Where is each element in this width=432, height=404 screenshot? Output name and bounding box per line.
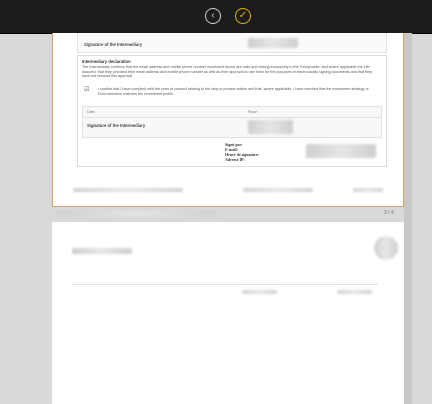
blurred-signature-details <box>306 144 376 158</box>
signature-details: Signé par: E-mail: Heure de signature: A… <box>225 142 259 162</box>
blurred-signature-bottom <box>248 120 293 134</box>
blurred-heading <box>72 248 132 254</box>
blurred-footer-right <box>353 188 383 192</box>
place-label: Place <box>248 110 257 114</box>
blurred-document-name <box>56 211 216 216</box>
table-divider <box>83 117 381 118</box>
document-page-4 <box>52 222 404 404</box>
top-toolbar: ‹ ✓ <box>0 0 432 34</box>
page-divider <box>72 284 378 285</box>
declaration-title: Intermediary declaration <box>82 59 131 64</box>
blurred-logo <box>374 236 398 260</box>
page-number: 3 / 4 <box>384 210 394 216</box>
signature-label-top: Signature of the Intermediary <box>84 42 143 47</box>
blurred-text-right <box>337 290 372 294</box>
back-icon[interactable]: ‹ <box>205 8 221 24</box>
signature-row-top: Signature of the Intermediary <box>77 33 387 53</box>
confirm-text: I confirm that I have complied with the … <box>98 87 369 96</box>
blurred-text-mid <box>242 290 277 294</box>
ip-address-label: Adresse IP: <box>225 157 245 162</box>
page-caption <box>52 210 404 218</box>
confirm-icon[interactable]: ✓ <box>235 8 251 24</box>
signature-label-bottom: Signature of the Intermediary <box>87 123 146 128</box>
date-label: Date <box>87 110 95 114</box>
scrollbar-track[interactable] <box>404 33 412 404</box>
blurred-signature-top <box>248 38 298 48</box>
date-place-table: Date Place Signature of the Intermediary <box>82 106 382 138</box>
blurred-footer-left <box>73 188 183 192</box>
declaration-text: The Intermediary confirms that the email… <box>82 65 373 79</box>
checkbox-icon[interactable]: ☑ <box>84 86 89 93</box>
document-page-3: Signature of the Intermediary Intermedia… <box>52 33 404 207</box>
blurred-footer-mid <box>243 188 313 192</box>
